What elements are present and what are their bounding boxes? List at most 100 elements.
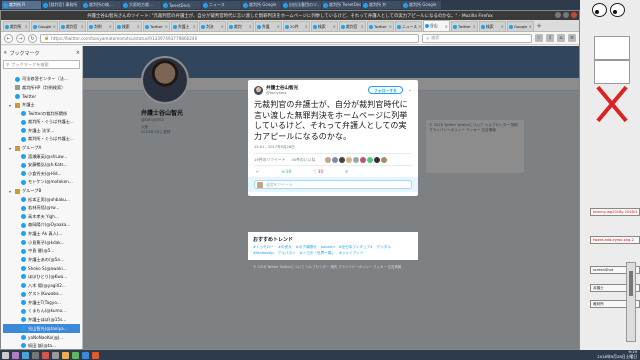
browser-tab[interactable]: 判決 × [199, 21, 226, 31]
trend-link[interactable]: #ポチ頑張れ [296, 245, 317, 250]
bookmark-item[interactable]: 森岡陽介(@Oyaaka... [3, 221, 80, 230]
bookmark-star-icon[interactable]: ☆ [535, 34, 543, 42]
liker-avatar[interactable] [353, 156, 360, 163]
expand-arrow-icon[interactable]: ▾ [9, 189, 13, 194]
close-tab-icon[interactable]: × [165, 24, 168, 29]
browser-tab[interactable]: 裁判所 × [3, 21, 30, 31]
bookmark-item[interactable]: 弁護士 Ak 真人(... [3, 230, 80, 239]
desktop-note[interactable]: tweet-add-eyepi-pkg-2 [590, 236, 640, 244]
tweet-timestamp[interactable]: 15:01 - 2017年9月28日 [254, 145, 412, 150]
bookmark-item[interactable]: ゲスト(Kuwaba... [3, 290, 80, 299]
search-bar[interactable]: ⚲ 検索 [422, 33, 532, 43]
browser-tab[interactable]: Google × [507, 21, 534, 31]
expand-arrow-icon[interactable]: ▾ [9, 103, 13, 108]
taskbar-task[interactable]: TweetDeck [162, 1, 201, 9]
taskbar-task[interactable]: 大阪地方裁... [122, 1, 161, 9]
close-tab-icon[interactable]: × [137, 24, 140, 29]
new-tab-button[interactable]: + [535, 22, 543, 31]
launcher-icon[interactable] [32, 351, 39, 359]
bookmark-item[interactable]: 裁判所HP（判例検索） [3, 84, 80, 93]
home-icon[interactable]: ⌂ [557, 34, 565, 42]
bookmark-item[interactable]: ほぼひとり(@Kwa... [3, 273, 80, 282]
browser-tab[interactable]: ニュース × [395, 21, 422, 31]
reply-icon[interactable]: ↩ [256, 169, 259, 174]
reply-input[interactable]: 返信をツイート [254, 180, 412, 189]
taskbar-task[interactable]: 裁判所 Google [402, 1, 441, 9]
bookmark-item[interactable]: 中島 健(@5... [3, 247, 80, 256]
launcher-icon[interactable] [12, 351, 19, 359]
launcher-icon[interactable] [92, 351, 99, 359]
close-tab-icon[interactable]: × [501, 24, 504, 29]
browser-tab[interactable]: 検索 × [479, 21, 506, 31]
taskbar-task[interactable]: 裁判所 弁 [362, 1, 401, 9]
bookmark-search-input[interactable]: ⚲ ブックマークを検索 [3, 60, 80, 69]
chevron-down-icon[interactable]: ⌄ [408, 87, 412, 93]
liker-avatar[interactable] [339, 156, 346, 163]
bookmark-item[interactable]: ▾ グループA [3, 144, 80, 153]
trend-link[interactable]: #トヨタ「世界一周」 [300, 251, 335, 256]
bookmark-item[interactable]: 弁護士 法学... [3, 127, 80, 136]
browser-tab[interactable]: Google × [31, 21, 58, 31]
taskbar-task[interactable]: 裁判所 Google [242, 1, 281, 9]
bookmark-item[interactable]: Twitterの裁判所関係 [3, 109, 80, 118]
browser-tab[interactable]: 検索 × [115, 21, 142, 31]
browser-tab[interactable]: 検索 × [311, 21, 338, 31]
browser-tab[interactable]: 弁護 × [255, 21, 282, 31]
bookmark-item[interactable]: モトケン(@motoken... [3, 178, 80, 187]
retweet-icon[interactable]: ⟲ 19 [281, 169, 291, 174]
browser-tab[interactable]: 谷山 × [423, 20, 450, 31]
bookmark-item[interactable]: 渡瀬康英(@shLaw... [3, 152, 80, 161]
tweet-author[interactable]: 弁護士谷山智光 @taniyama [266, 86, 298, 95]
close-tab-icon[interactable]: × [361, 24, 364, 29]
taskbar-task[interactable]: 自由法曹団のツ... [282, 1, 321, 9]
bookmark-item[interactable]: 高木孝夫 Yigh... [3, 213, 80, 222]
trend-link[interactable]: #中央大 [278, 245, 292, 250]
bookmark-item[interactable]: 弁護士あの(@5a... [3, 255, 80, 264]
url-bar[interactable]: 🔒 https://twitter.com/taniyamatomomitsu/… [40, 33, 419, 43]
close-tab-icon[interactable]: × [529, 24, 532, 29]
bookmark-item[interactable]: 八木 陽(@yagi02... [3, 281, 80, 290]
tweet-avatar[interactable] [254, 85, 263, 95]
close-tab-icon[interactable]: × [109, 24, 112, 29]
bookmark-item[interactable]: 裁判所・ぐらば弁護士... [3, 135, 80, 144]
browser-tab[interactable]: 判例 × [87, 21, 114, 31]
taskbar-task[interactable]: ニュース [202, 1, 241, 9]
bookmark-item[interactable]: 司法修習センター（法... [3, 75, 80, 84]
scroll-widget[interactable] [626, 262, 636, 342]
bookmark-item[interactable]: ▾ グループB [3, 187, 80, 196]
close-tab-icon[interactable]: × [81, 24, 84, 29]
close-window-button[interactable] [571, 12, 577, 18]
liker-avatar[interactable] [360, 156, 367, 163]
maximize-button[interactable] [563, 12, 569, 18]
clock[interactable]: 9:19 2018年9月28日土曜日 [597, 349, 637, 359]
launcher-icon[interactable] [42, 351, 49, 359]
close-sidebar-icon[interactable]: × [76, 50, 80, 56]
minimize-button[interactable] [555, 12, 561, 18]
like-count[interactable]: 30件のいいね [291, 157, 315, 163]
bookmark-item[interactable]: ▾ 弁護士 [3, 101, 80, 110]
liker-avatar[interactable] [346, 156, 353, 163]
trend-link[interactable]: #fanbaseJp [253, 251, 274, 256]
browser-tab[interactable]: Twitter × [143, 21, 170, 31]
launcher-icon[interactable] [62, 351, 69, 359]
bookmark-item[interactable]: 裁判所・ぐらば弁護士... [3, 118, 80, 127]
bookmark-item[interactable]: 松本正男(@ohbaku... [3, 195, 80, 204]
close-tab-icon[interactable]: × [53, 24, 56, 29]
close-tab-icon[interactable]: × [418, 24, 421, 29]
browser-tab[interactable]: 20件 × [283, 21, 310, 31]
launcher-icon[interactable] [2, 351, 9, 359]
taskbar-task[interactable]: 裁判所 Fi [2, 1, 41, 9]
liker-avatar[interactable] [374, 156, 381, 163]
close-tab-icon[interactable]: × [333, 24, 336, 29]
bookmark-item[interactable]: 弁護士ほぼ(@15s... [3, 316, 80, 325]
desktop-note[interactable]: tommy-wp2018y 2018/1 [590, 208, 640, 216]
trend-link[interactable]: デジタル [377, 245, 391, 250]
browser-tab[interactable]: 裁判官 × [339, 21, 366, 31]
close-tab-icon[interactable]: × [249, 24, 252, 29]
launcher-icon[interactable] [82, 351, 89, 359]
launcher-icon[interactable] [22, 351, 29, 359]
launcher-icon[interactable] [52, 351, 59, 359]
taskbar-task[interactable]: [裁判官] 事務所 [42, 1, 81, 9]
bookmark-item[interactable]: 若林亮悟(@rw... [3, 204, 80, 213]
taskbar-task[interactable]: 裁判所の検... [82, 1, 121, 9]
